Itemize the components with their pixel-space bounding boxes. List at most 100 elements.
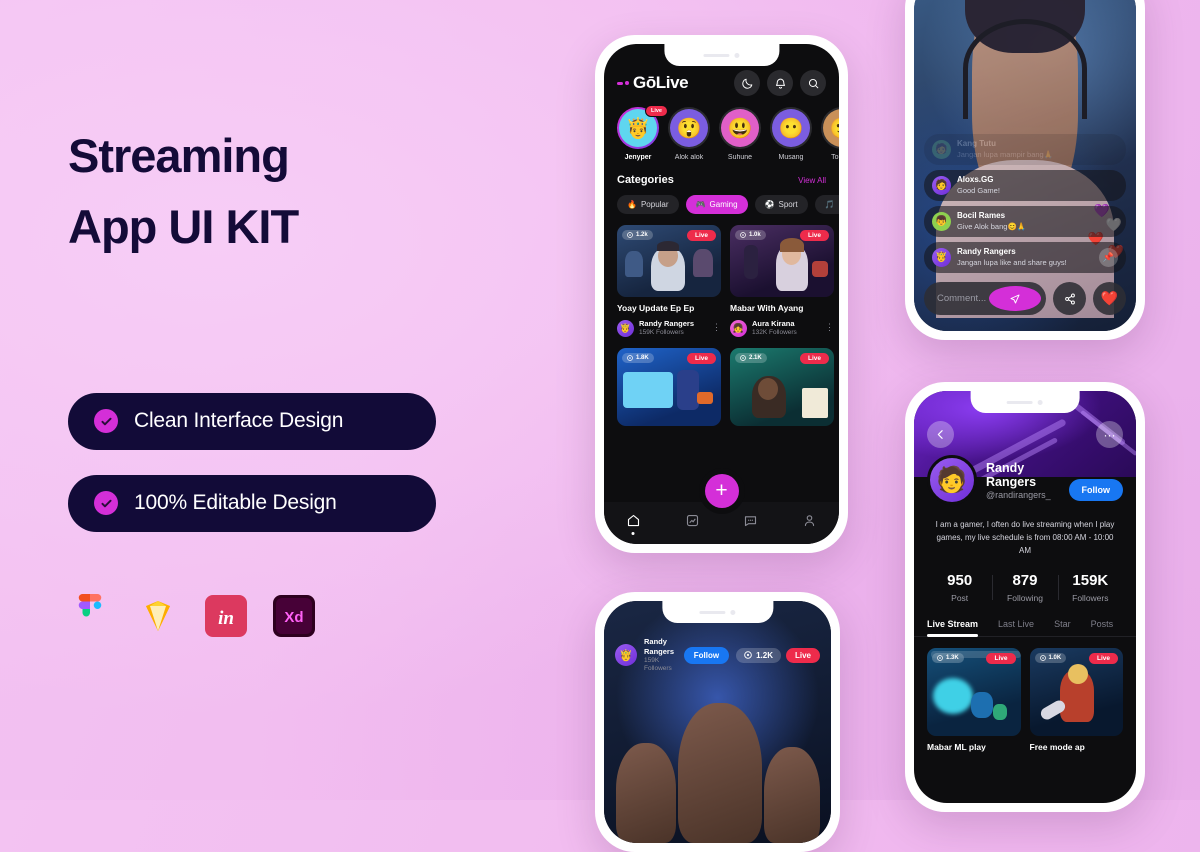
avatar: 😶 — [772, 109, 810, 147]
chip-label: Popular — [641, 200, 669, 209]
view-count-badge: 1.0k — [735, 230, 766, 240]
story-item[interactable]: 😃 Suhune — [719, 107, 761, 161]
svg-text:in: in — [218, 608, 234, 629]
categories-section-header: Categories View All — [604, 161, 839, 186]
stream-thumbnail[interactable]: 1.3K Live — [927, 648, 1021, 736]
headline-line-2: App UI KIT — [68, 191, 518, 262]
tool-icon-list: in Xd — [68, 594, 518, 638]
share-icon[interactable] — [1053, 282, 1086, 315]
story-item[interactable]: 😲 Alok alok — [668, 107, 710, 161]
chip-label: Gaming — [710, 200, 738, 209]
bell-icon[interactable] — [767, 70, 793, 96]
profile-stream-cards[interactable]: 1.3K Live Mabar ML play 1.0K — [914, 637, 1136, 752]
gamepad-icon: 🎮 — [696, 200, 706, 209]
streamer-followers: 159K Followers — [639, 329, 694, 337]
phone-notch — [971, 391, 1080, 413]
chat-text: Give Alok bang😊🙏 — [957, 222, 1026, 232]
invision-icon: in — [204, 594, 248, 638]
nav-chat-icon[interactable] — [742, 511, 760, 529]
heart-icon[interactable]: ❤️ — [1093, 282, 1126, 315]
category-chip-gaming[interactable]: 🎮 Gaming — [686, 195, 748, 214]
moon-icon[interactable] — [734, 70, 760, 96]
stream-card-title: Mabar ML play — [927, 742, 1021, 752]
avatar: 🤴 — [932, 248, 951, 267]
comment-bar[interactable]: Comment... ❤️ — [924, 282, 1126, 315]
feature-badge-label: Clean Interface Design — [134, 409, 343, 433]
tab-posts[interactable]: Posts — [1091, 619, 1114, 636]
follow-button[interactable]: Follow — [684, 647, 729, 664]
pin-icon[interactable]: 📌 — [1099, 248, 1118, 267]
phone-notch — [662, 601, 773, 623]
tab-last-live[interactable]: Last Live — [998, 619, 1034, 636]
stream-card-row-1[interactable]: 1.2k Live Yoay Update Ep Ep 🤴 Randy Rang… — [604, 214, 839, 337]
svg-text:Xd: Xd — [284, 609, 303, 626]
story-label: Musang — [770, 154, 812, 161]
more-dots-icon[interactable]: ··· — [1096, 421, 1123, 448]
view-count-badge: 2.1K — [735, 353, 767, 363]
feature-badge-editable[interactable]: 100% Editable Design — [68, 475, 436, 532]
streamer-row[interactable]: 👧 Aura Kirana 132K Followers ⋮ — [730, 319, 834, 337]
stream-card[interactable]: 2.1K Live — [730, 348, 834, 426]
profile-name: Randy Rangers — [986, 461, 1060, 489]
broadcast-overlay-bar[interactable]: 🤴 Randy Rangers 159K Followers Follow 1.… — [615, 637, 820, 673]
view-all-link[interactable]: View All — [798, 176, 826, 185]
tab-live-stream[interactable]: Live Stream — [927, 619, 978, 636]
stream-thumbnail[interactable]: 2.1K Live — [730, 348, 834, 426]
comment-input[interactable]: Comment... — [924, 282, 1046, 315]
category-chip-sport[interactable]: ⚽ Sport — [755, 195, 808, 214]
sketch-icon — [136, 594, 180, 638]
logo-dots-icon — [617, 81, 629, 85]
profile-stats: 950 Post 879 Following 159K Followers — [914, 572, 1136, 603]
category-chip-music[interactable]: 🎵 Musi — [815, 195, 839, 214]
stream-thumbnail[interactable]: 1.0K Live — [1030, 648, 1124, 736]
story-item[interactable]: 🤴 Live Jenyper — [617, 107, 659, 161]
story-item[interactable]: 😶 Musang — [770, 107, 812, 161]
chat-text: Good Game! — [957, 186, 1000, 196]
nav-home-icon[interactable] — [624, 511, 642, 529]
chat-message: 🧑 Aloxs.GG Good Game! — [924, 170, 1126, 201]
stream-card[interactable]: 1.2k Live Yoay Update Ep Ep 🤴 Randy Rang… — [617, 225, 721, 337]
category-chip-row[interactable]: 🔥 Popular 🎮 Gaming ⚽ Sport 🎵 Musi — [604, 186, 839, 214]
stat-value: 879 — [992, 572, 1057, 589]
create-stream-fab[interactable]: + — [705, 474, 739, 508]
category-chip-popular[interactable]: 🔥 Popular — [617, 195, 679, 214]
avatar: 👦 — [932, 212, 951, 231]
follow-button[interactable]: Follow — [1069, 479, 1124, 501]
search-icon[interactable] — [800, 70, 826, 96]
stream-thumbnail[interactable]: 1.2k Live — [617, 225, 721, 297]
more-dots-icon[interactable]: ⋮ — [712, 325, 721, 330]
stream-card[interactable]: 1.8K Live — [617, 348, 721, 426]
live-chat-list[interactable]: 🧑 Kang Tutu Jangan lupa mampir bang🙏 🧑 A… — [924, 134, 1126, 273]
stories-row[interactable]: 🤴 Live Jenyper 😲 Alok alok 😃 Suhune 😶 Mu… — [604, 96, 839, 161]
stream-card-row-2[interactable]: 1.8K Live 2.1K Live — [604, 337, 839, 426]
story-label: Tok Da — [821, 154, 839, 161]
stream-card[interactable]: 1.3K Live Mabar ML play — [927, 648, 1021, 752]
avatar[interactable]: 🧑 — [927, 455, 977, 505]
send-icon[interactable] — [989, 286, 1041, 311]
phone-live-stream-chat: 💜 🤍 ❤️ ❤️ 🧑 Kang Tutu Jangan lupa mampir… — [905, 0, 1145, 340]
streamer-row[interactable]: 🤴 Randy Rangers 159K Followers ⋮ — [617, 319, 721, 337]
stream-thumbnail[interactable]: 1.0k Live — [730, 225, 834, 297]
view-count-badge: 1.2k — [622, 230, 653, 240]
back-arrow-icon[interactable] — [927, 421, 954, 448]
nav-stats-icon[interactable] — [683, 511, 701, 529]
live-badge: Live — [786, 648, 820, 663]
stream-thumbnail[interactable]: 1.8K Live — [617, 348, 721, 426]
stat-label: Following — [992, 593, 1057, 603]
avatar[interactable]: 🤴 — [615, 644, 637, 666]
tab-star[interactable]: Star — [1054, 619, 1071, 636]
stream-card[interactable]: 1.0K Live Free mode ap — [1030, 648, 1124, 752]
avatar: 😃 — [721, 109, 759, 147]
streamer-followers: 132K Followers — [752, 329, 797, 337]
story-item[interactable]: 🙂 Tok Da — [821, 107, 839, 161]
avatar: 🧑 — [932, 176, 951, 195]
feature-badge-label: 100% Editable Design — [134, 491, 337, 515]
nav-profile-icon[interactable] — [801, 511, 819, 529]
more-dots-icon[interactable]: ⋮ — [825, 325, 834, 330]
feature-badge-clean-interface[interactable]: Clean Interface Design — [68, 393, 436, 450]
stream-card[interactable]: 1.0k Live Mabar With Ayang 👧 Aura Kirana… — [730, 225, 834, 337]
bottom-nav-bar[interactable] — [604, 502, 839, 544]
avatar: 🧑 — [932, 140, 951, 159]
profile-tab-bar[interactable]: Live Stream Last Live Star Posts — [914, 603, 1136, 637]
live-badge: Live — [800, 230, 829, 241]
